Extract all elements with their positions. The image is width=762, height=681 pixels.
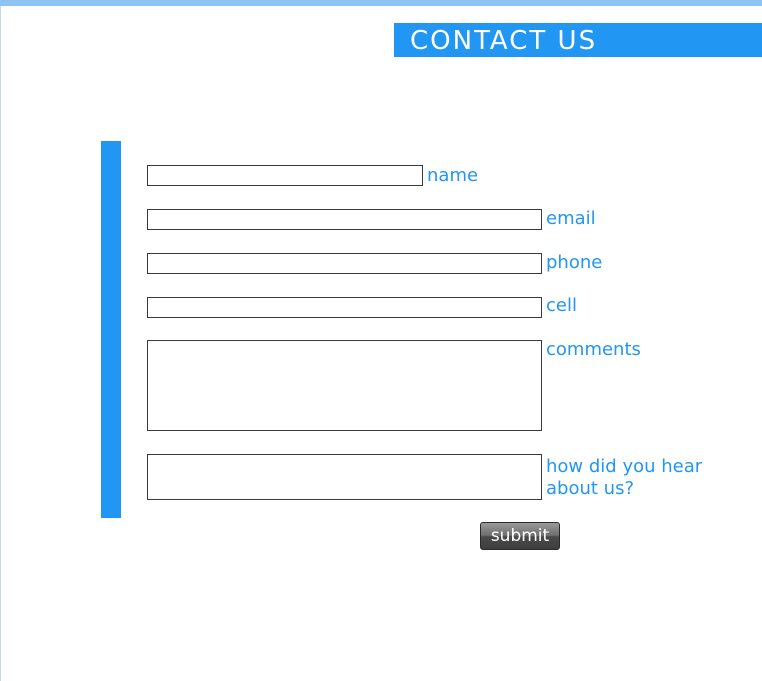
top-stripe (0, 0, 762, 6)
comments-label: comments (546, 339, 641, 360)
email-field[interactable] (147, 209, 542, 230)
form-accent-bar (101, 141, 121, 518)
comments-field[interactable] (147, 340, 542, 431)
cell-field[interactable] (147, 297, 542, 318)
how-did-you-hear-label: how did you hear about us? (546, 456, 703, 499)
submit-button[interactable]: submit (480, 522, 560, 550)
email-label: email (546, 208, 596, 229)
left-page-border (0, 6, 1, 681)
name-label: name (427, 165, 479, 186)
phone-label: phone (546, 252, 603, 273)
phone-field[interactable] (147, 253, 542, 274)
name-field[interactable] (147, 165, 423, 186)
how-did-you-hear-field[interactable] (147, 454, 542, 500)
cell-label: cell (546, 295, 577, 316)
page-title: CONTACT US (394, 23, 762, 57)
